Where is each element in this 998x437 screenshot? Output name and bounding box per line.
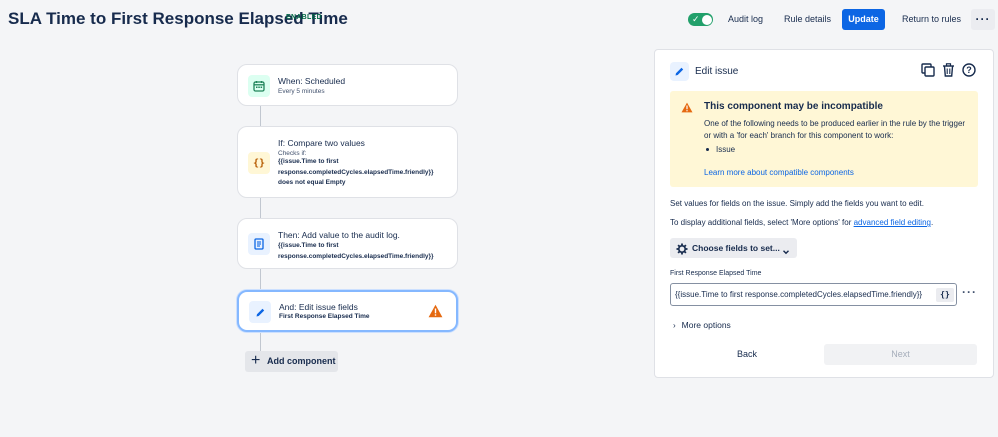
gear-icon	[676, 242, 688, 260]
node-code-line: {{issue.Time to first	[278, 158, 339, 165]
first-response-elapsed-time-field[interactable]	[670, 283, 957, 306]
component-config-panel: Edit issue ? This component may be incom…	[654, 49, 994, 378]
calendar-icon	[248, 75, 270, 97]
bullet	[706, 147, 709, 151]
check-icon: ✓	[692, 14, 700, 24]
learn-more-link[interactable]: Learn more about compatible components	[704, 168, 854, 177]
node-code-line: response.completedCycles.elapsedTime.fri…	[278, 168, 434, 176]
warning-icon	[681, 100, 693, 118]
svg-text:?: ?	[966, 65, 972, 75]
ellipsis-icon: ···	[975, 12, 991, 26]
node-title: Then: Add value to the audit log.	[278, 230, 400, 240]
warning-item-label: Issue	[716, 145, 736, 154]
node-code-line: First Response Elapsed Time	[279, 313, 370, 320]
choose-fields-label: Choose fields to set...	[692, 243, 780, 253]
chevron-down-icon	[782, 243, 790, 261]
document-icon	[248, 233, 270, 255]
flow-node-condition[interactable]: {} If: Compare two values Checks if: {{i…	[237, 126, 458, 198]
additional-suffix: .	[930, 218, 934, 227]
pencil-icon	[249, 301, 271, 323]
trash-icon[interactable]	[942, 63, 955, 82]
plus-icon: +	[251, 352, 261, 369]
return-to-rules-button[interactable]: Return to rules	[896, 9, 967, 30]
back-button[interactable]: Back	[721, 345, 773, 364]
flow-connector	[260, 198, 261, 218]
panel-title: Edit issue	[695, 66, 739, 77]
braces-icon: {}	[248, 152, 270, 174]
advanced-field-editing-link[interactable]: advanced field editing	[854, 218, 931, 227]
header: SLA Time to First Response Elapsed Time …	[0, 0, 998, 40]
choose-fields-button[interactable]: Choose fields to set...	[670, 238, 797, 258]
warning-icon	[428, 304, 443, 323]
node-title: When: Scheduled	[278, 76, 346, 86]
pencil-icon	[670, 62, 689, 81]
smart-value-button[interactable]: {}	[936, 288, 954, 302]
panel-description: Set values for fields on the issue. Simp…	[670, 199, 924, 208]
additional-fields-text: To display additional fields, select 'Mo…	[670, 218, 933, 227]
field-label: First Response Elapsed Time	[670, 270, 762, 277]
flow-node-action-edit[interactable]: And: Edit issue fields First Response El…	[237, 290, 458, 332]
audit-log-button[interactable]: Audit log	[722, 9, 769, 30]
warning-title: This component may be incompatible	[704, 101, 883, 112]
node-code-line: response.completedCycles.elapsedTime.fri…	[278, 252, 434, 260]
flow-node-action-audit[interactable]: Then: Add value to the audit log. {{issu…	[237, 218, 458, 269]
flow-node-trigger[interactable]: When: Scheduled Every 5 minutes	[237, 64, 458, 106]
flow-connector	[260, 106, 261, 126]
chevron-right-icon: ›	[673, 321, 676, 330]
update-button[interactable]: Update	[842, 9, 885, 30]
incompatible-warning: This component may be incompatible One o…	[670, 91, 978, 187]
node-title: And: Edit issue fields	[279, 302, 358, 312]
flow-connector	[260, 332, 261, 351]
flow-connector	[260, 269, 261, 290]
node-subtitle: Checks if:	[278, 150, 307, 157]
warning-list-item: Issue	[704, 145, 735, 154]
node-title: If: Compare two values	[278, 138, 365, 148]
help-icon[interactable]: ?	[962, 63, 976, 82]
status-badge: ENABLED	[286, 14, 322, 21]
next-button[interactable]: Next	[824, 344, 977, 365]
node-subtitle: Every 5 minutes	[278, 88, 325, 95]
toggle-knob	[701, 14, 712, 25]
more-actions-button[interactable]: ···	[971, 9, 995, 30]
more-options-toggle[interactable]: › More options	[673, 320, 731, 330]
warning-body: One of the following needs to be produce…	[704, 119, 966, 140]
add-component-label: Add component	[267, 356, 336, 366]
additional-prefix: To display additional fields, select 'Mo…	[670, 218, 854, 227]
node-code-line: {{issue.Time to first	[278, 242, 339, 249]
rule-enabled-toggle[interactable]: ✓	[688, 13, 713, 26]
add-component-button[interactable]: + Add component	[245, 351, 338, 372]
more-options-label: More options	[681, 320, 731, 330]
node-code-line: does not equal Empty	[278, 179, 346, 186]
rule-details-button[interactable]: Rule details	[778, 9, 837, 30]
copy-icon[interactable]	[921, 63, 935, 82]
field-more-options-icon[interactable]: ···	[962, 285, 977, 299]
